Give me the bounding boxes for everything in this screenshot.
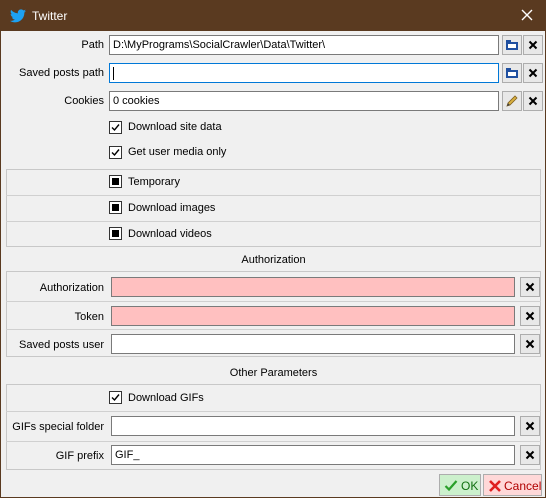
cancel-button[interactable]: Cancel (483, 474, 542, 496)
cookies-label: Cookies (64, 95, 104, 107)
other-parameters-section-title: Other Parameters (229, 367, 318, 379)
checkmark-icon (111, 394, 120, 402)
checkmark-icon (111, 149, 120, 157)
separator (6, 329, 541, 330)
clear-icon (525, 450, 535, 460)
gif-prefix-label: GIF prefix (55, 450, 104, 462)
clear-icon (525, 311, 535, 321)
separator (6, 301, 541, 302)
checkmark-icon (111, 124, 120, 132)
authorization-section-title: Authorization (241, 254, 306, 266)
folder-icon (506, 40, 518, 50)
gifs-special-folder-label: GIFs special folder (12, 421, 104, 433)
temporary-checkbox[interactable] (109, 175, 122, 188)
text-caret (113, 66, 114, 80)
cookies-row: Cookies 0 cookies (1, 91, 545, 113)
path-input[interactable]: D:\MyPrograms\SocialCrawler\Data\Twitter… (109, 35, 499, 55)
clear-authorization-button[interactable] (520, 277, 540, 297)
dialog-window: Twitter Path D:\MyPrograms\SocialCrawler… (0, 0, 546, 498)
ok-label: OK (461, 479, 479, 493)
title-bar: Twitter (1, 1, 545, 31)
clear-gif-prefix-button[interactable] (520, 445, 540, 465)
browse-path-button[interactable] (502, 35, 522, 55)
clear-token-button[interactable] (520, 306, 540, 326)
download-images-checkbox[interactable] (109, 201, 122, 214)
separator (6, 441, 541, 442)
get-user-media-only-checkbox[interactable] (109, 146, 122, 159)
cancel-icon (489, 480, 501, 492)
gifs-special-folder-input[interactable] (111, 416, 515, 436)
edit-cookies-button[interactable] (502, 91, 522, 111)
clear-saved-posts-user-button[interactable] (520, 334, 540, 354)
clear-gifs-special-folder-button[interactable] (520, 416, 540, 436)
window-title: Twitter (32, 9, 68, 23)
path-row: Path D:\MyPrograms\SocialCrawler\Data\Tw… (1, 35, 545, 57)
clear-icon (528, 68, 538, 78)
authorization-input[interactable] (111, 277, 515, 297)
clear-icon (528, 96, 538, 106)
gif-prefix-input[interactable]: GIF_ (111, 445, 515, 465)
download-site-data-checkbox[interactable] (109, 121, 122, 134)
folder-icon (506, 68, 518, 78)
clear-saved-posts-path-button[interactable] (523, 63, 543, 83)
clear-icon (525, 339, 535, 349)
get-user-media-only-label[interactable]: Get user media only (128, 146, 226, 158)
path-label: Path (81, 39, 104, 51)
download-site-data-label[interactable]: Download site data (128, 121, 222, 133)
saved-posts-path-row: Saved posts path (1, 63, 545, 85)
separator (6, 221, 541, 222)
twitter-icon (10, 9, 26, 23)
clear-cookies-button[interactable] (523, 91, 543, 111)
download-gifs-label[interactable]: Download GIFs (128, 392, 204, 404)
checkmark-icon (444, 480, 458, 492)
temporary-label[interactable]: Temporary (128, 176, 180, 188)
saved-posts-path-label: Saved posts path (18, 67, 104, 79)
separator (6, 195, 541, 196)
clear-icon (525, 421, 535, 431)
media-options-panel (6, 169, 541, 247)
token-input[interactable] (111, 306, 515, 326)
cookies-input[interactable]: 0 cookies (109, 91, 499, 111)
download-videos-label[interactable]: Download videos (128, 228, 212, 240)
ok-button[interactable]: OK (439, 474, 481, 496)
saved-posts-user-input[interactable] (111, 334, 515, 354)
download-gifs-checkbox[interactable] (109, 391, 122, 404)
close-icon[interactable] (515, 5, 539, 27)
pencil-icon (506, 95, 518, 107)
clear-path-button[interactable] (523, 35, 543, 55)
token-label: Token (74, 311, 104, 323)
saved-posts-path-input[interactable] (109, 63, 499, 83)
authorization-label: Authorization (39, 282, 104, 294)
browse-saved-posts-path-button[interactable] (502, 63, 522, 83)
separator (6, 411, 541, 412)
cancel-label: Cancel (504, 479, 542, 493)
clear-icon (525, 282, 535, 292)
saved-posts-user-label: Saved posts user (19, 339, 104, 351)
download-videos-checkbox[interactable] (109, 227, 122, 240)
clear-icon (528, 40, 538, 50)
download-images-label[interactable]: Download images (128, 202, 215, 214)
